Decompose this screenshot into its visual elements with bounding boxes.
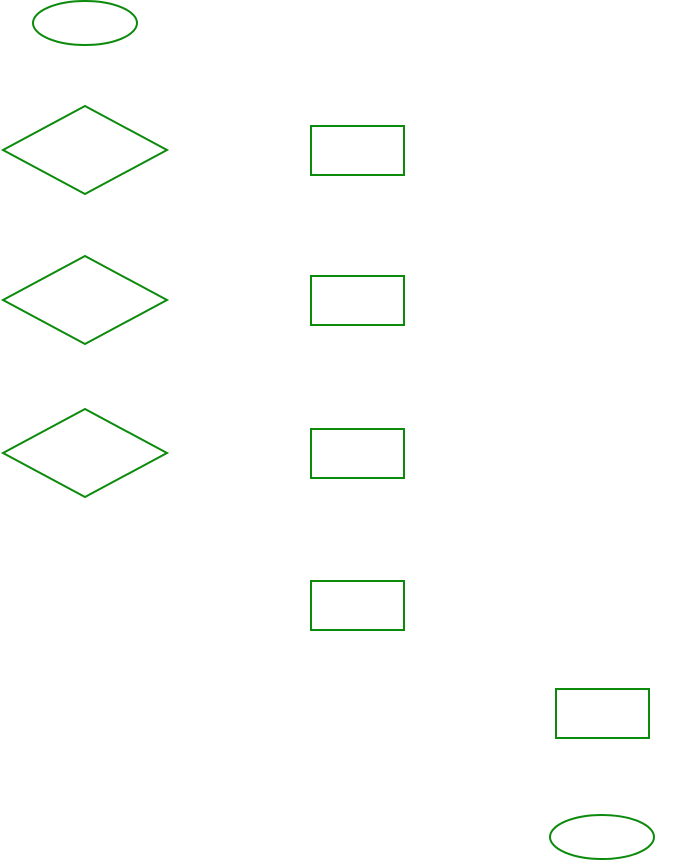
decision-1 — [3, 106, 167, 194]
start-terminator — [33, 1, 137, 45]
decision-2 — [3, 256, 167, 344]
decision-3 — [3, 409, 167, 497]
process-5 — [556, 689, 649, 738]
process-2 — [311, 276, 404, 325]
process-4 — [311, 581, 404, 630]
process-3 — [311, 429, 404, 478]
flowchart-canvas — [0, 0, 677, 867]
end-terminator — [550, 815, 654, 859]
process-1 — [311, 126, 404, 175]
